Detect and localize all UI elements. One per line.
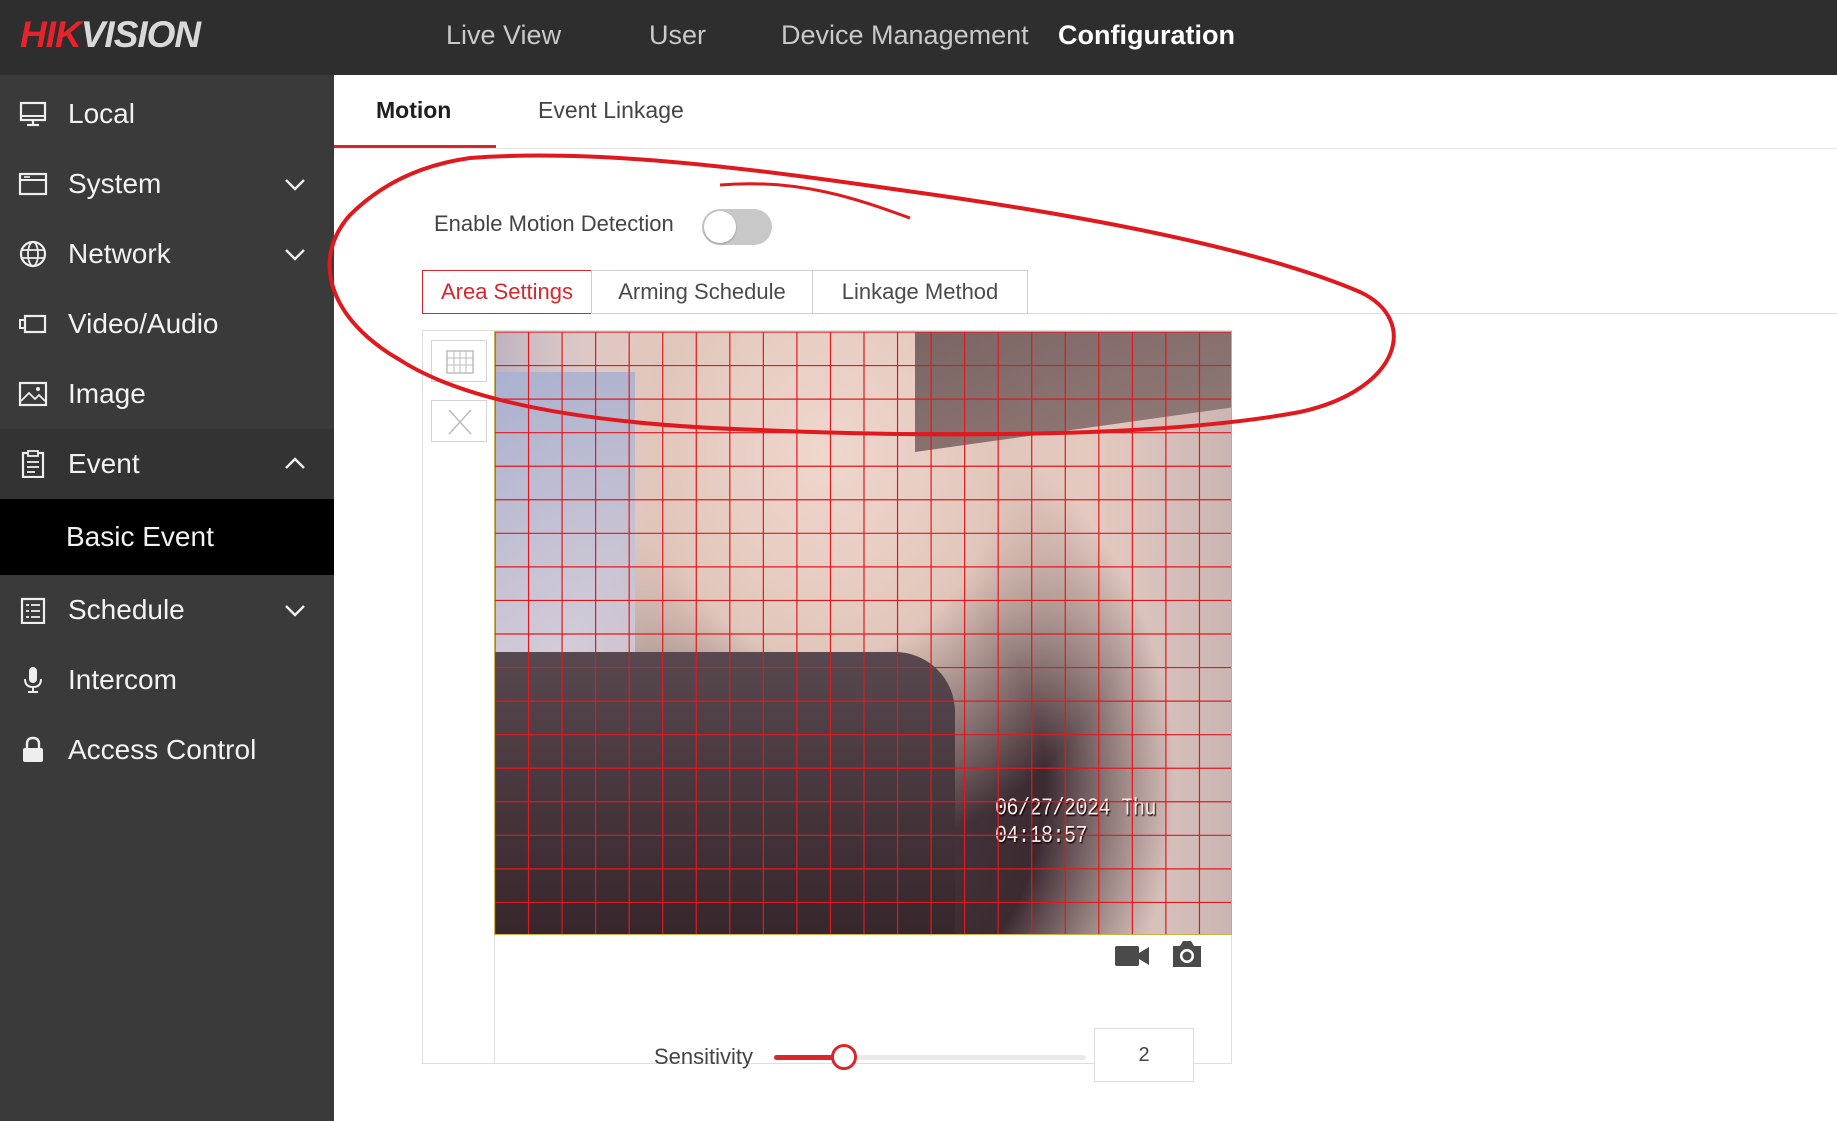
microphone-icon [24,667,42,693]
globe-icon [19,240,47,268]
chevron-down-icon [285,605,305,617]
close-icon [448,409,472,435]
subtab-linkage-method[interactable]: Linkage Method [812,270,1028,314]
sensitivity-label: Sensitivity [654,1044,754,1069]
sidebar-item-label: Image [68,378,146,409]
video-camera-icon [1115,946,1149,966]
nav-configuration[interactable]: Configuration [1058,0,1235,75]
sidebar-item-intercom[interactable]: Intercom [0,645,334,715]
sidebar-item-network[interactable]: Network [0,219,334,289]
monitor-icon [19,101,47,127]
camera-icon [19,314,47,334]
sidebar-item-label: Video/Audio [68,308,219,339]
sidebar-item-schedule[interactable]: Schedule [0,575,334,645]
chevron-down-icon [285,179,305,191]
sidebar-item-label: Local [68,98,135,129]
grid-draw-icon [446,350,474,374]
sidebar-item-event[interactable]: Event [0,429,334,499]
main-content: Motion Event Linkage Enable Motion Detec… [334,75,1837,1121]
sidebar: Local System Network Video/Audio Image E… [0,75,334,1121]
window-icon [18,172,48,196]
enable-motion-detection-toggle[interactable] [702,209,772,245]
schedule-icon [20,597,46,624]
sidebar-item-image[interactable]: Image [0,359,334,429]
top-bar: HIKVISION Live View User Device Manageme… [0,0,1837,75]
hikvision-logo: HIKVISION [20,14,201,56]
toggle-knob [704,211,736,243]
chevron-down-icon [285,249,305,261]
clipboard-icon [21,450,45,478]
tab-divider [334,148,1837,149]
sidebar-item-label: Schedule [68,594,185,625]
snapshot-button[interactable] [1170,939,1204,974]
sidebar-item-label: Intercom [68,664,177,695]
sidebar-item-label: Event [68,448,140,479]
enable-motion-detection-label: Enable Motion Detection [434,211,674,236]
lock-icon [23,736,43,762]
sidebar-item-label: Access Control [68,734,257,765]
draw-area-button[interactable] [431,340,487,382]
motion-detection-grid[interactable] [495,332,1232,935]
sensitivity-value-input[interactable]: 2 [1094,1028,1194,1082]
sidebar-item-basic-event[interactable]: Basic Event [0,499,334,575]
record-button[interactable] [1114,943,1150,974]
logo-part-hik: HIK [20,14,82,55]
sidebar-item-local[interactable]: Local [0,79,334,149]
nav-device-management[interactable]: Device Management [781,0,1029,75]
sensitivity-slider-thumb[interactable] [831,1044,857,1070]
image-icon [18,381,48,407]
clear-area-button[interactable] [431,400,487,442]
logo-part-vision: VISION [80,14,201,55]
chevron-up-icon [285,457,305,469]
sidebar-item-label: Network [68,238,171,269]
camera-snapshot-icon [1173,941,1201,967]
nav-user[interactable]: User [649,0,706,75]
subtab-area-settings[interactable]: Area Settings [422,270,592,314]
camera-preview[interactable]: 06/27/2024 Thu 04:18:57 [494,331,1232,935]
tab-event-linkage[interactable]: Event Linkage [538,75,684,147]
sidebar-item-access-control[interactable]: Access Control [0,715,334,785]
sidebar-item-video-audio[interactable]: Video/Audio [0,289,334,359]
sidebar-item-system[interactable]: System [0,149,334,219]
sidebar-item-label: System [68,168,162,199]
sidebar-item-label: Basic Event [66,521,214,552]
tab-motion[interactable]: Motion [376,75,451,147]
subtab-arming-schedule[interactable]: Arming Schedule [591,270,813,314]
nav-live-view[interactable]: Live View [446,0,561,75]
area-tools-column [422,330,495,1064]
